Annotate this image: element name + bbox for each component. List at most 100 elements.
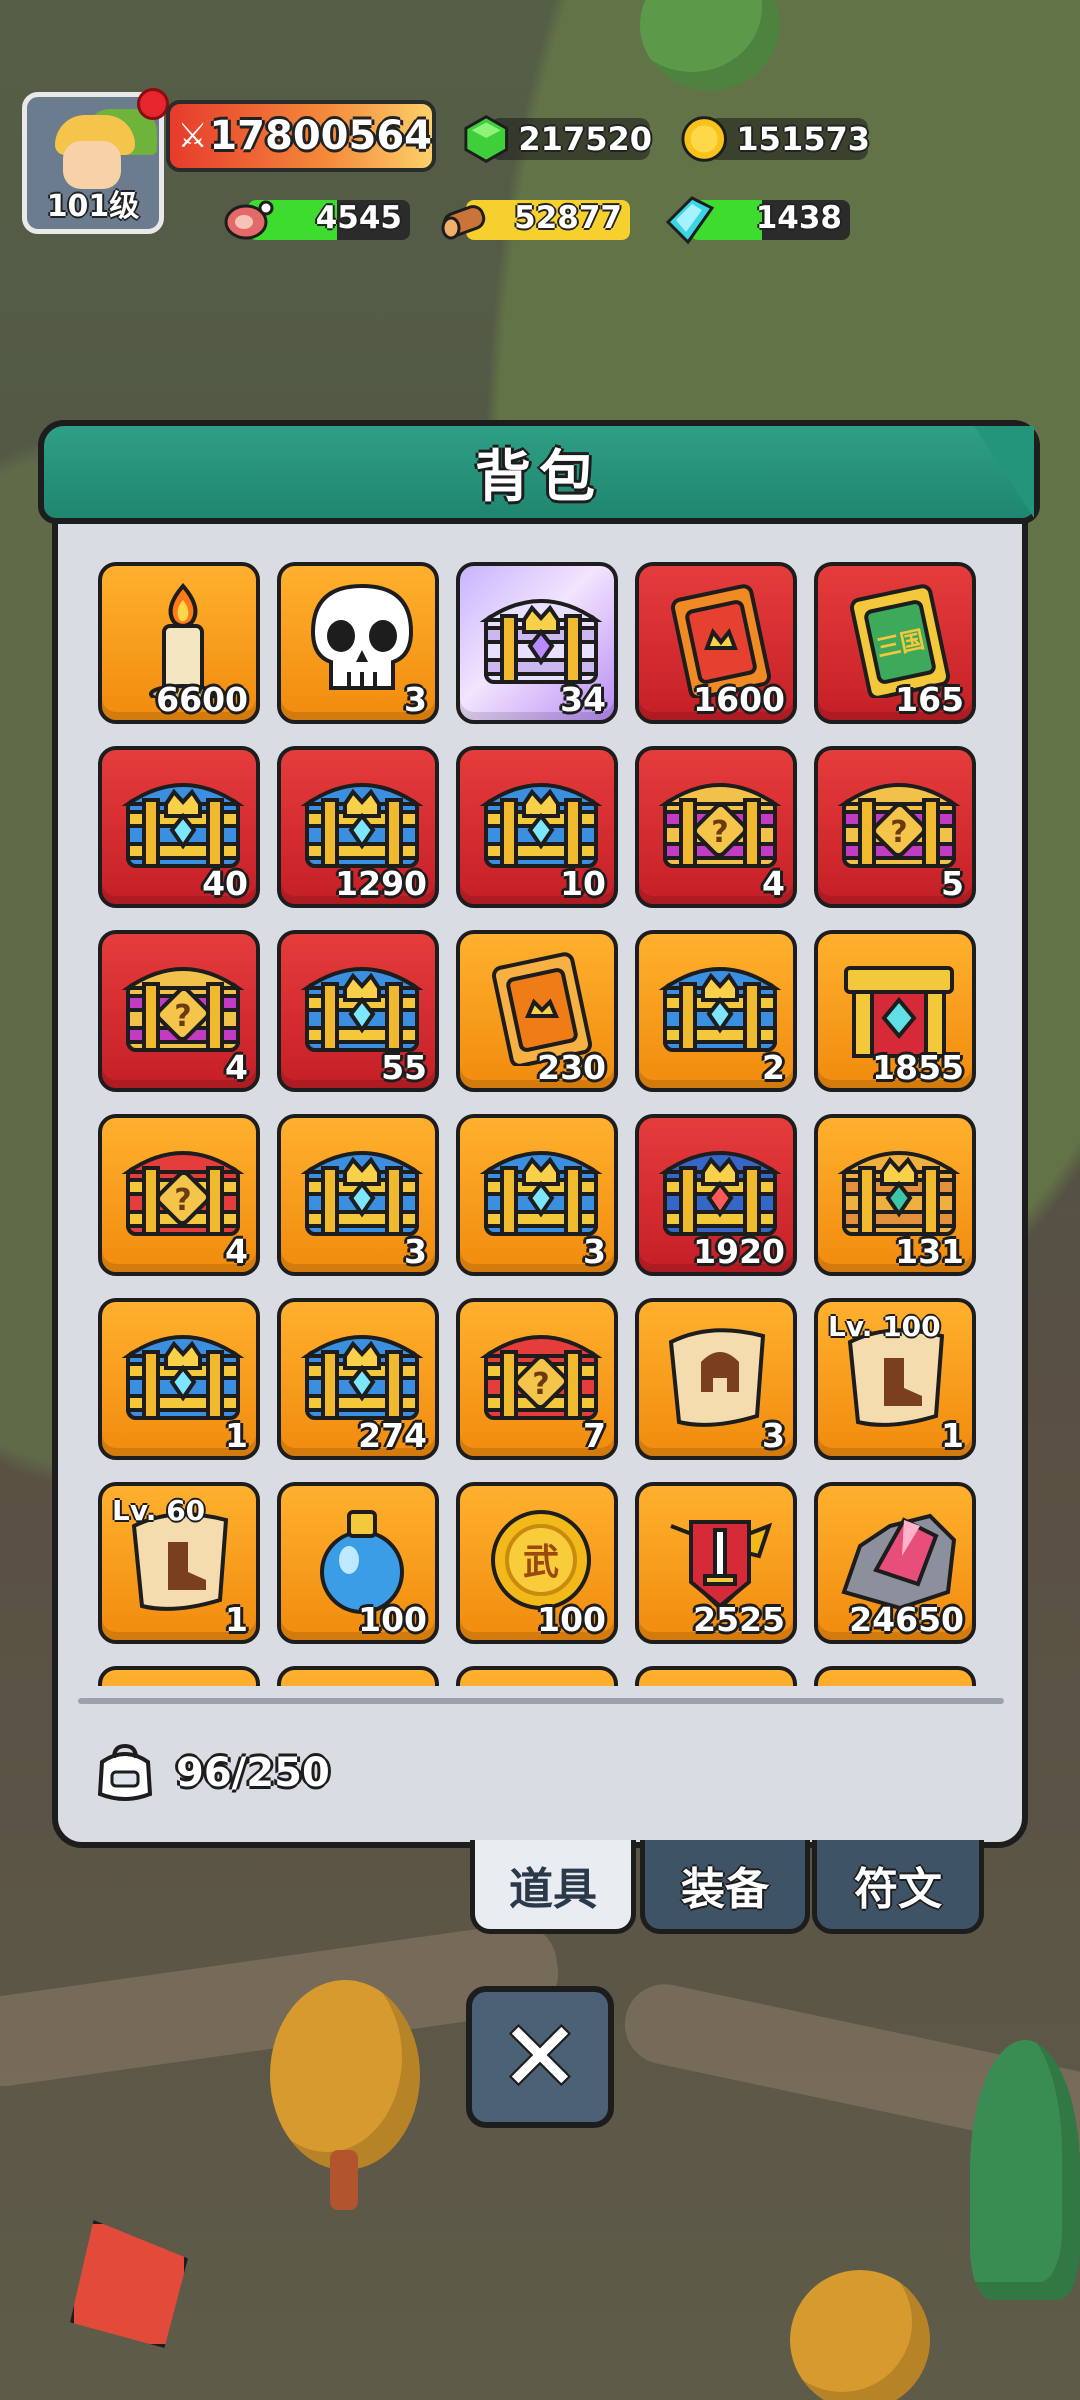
capacity-value: 96/250 <box>176 1750 330 1796</box>
inventory-item[interactable]: 三国 165 <box>814 562 976 724</box>
inventory-item[interactable]: 3 <box>277 562 439 724</box>
meat-resource[interactable]: 4545 <box>220 192 410 244</box>
inventory-item[interactable]: Lv. 60 1 <box>98 1482 260 1644</box>
inventory-item[interactable]: ? 4 <box>98 1114 260 1276</box>
inventory-item[interactable] <box>814 1666 976 1686</box>
item-count: 4 <box>225 1048 248 1087</box>
partial-item-icon <box>114 1680 252 1686</box>
item-count: 1 <box>225 1600 248 1639</box>
item-count: 1290 <box>335 864 427 903</box>
close-icon: ✕ <box>499 2001 581 2113</box>
meat-value: 4545 <box>315 200 402 236</box>
autumn-tree <box>270 1980 420 2220</box>
backpack-icon <box>97 1743 153 1801</box>
item-count: 1920 <box>693 1232 785 1271</box>
inventory-item[interactable]: 274 <box>277 1298 439 1460</box>
inventory-item[interactable]: 3 <box>277 1114 439 1276</box>
inventory-item[interactable]: 1 <box>98 1298 260 1460</box>
inventory-item[interactable]: ? 7 <box>456 1298 618 1460</box>
crystal-resource[interactable]: 1438 <box>662 192 850 245</box>
crystal-value: 1438 <box>755 200 842 236</box>
inventory-item[interactable] <box>456 1666 618 1686</box>
inventory-item[interactable]: Lv. 100 1 <box>814 1298 976 1460</box>
item-count: 165 <box>895 680 964 719</box>
item-count: 1 <box>941 1416 964 1455</box>
svg-text:?: ? <box>711 815 728 850</box>
item-count: 1 <box>225 1416 248 1455</box>
inventory-item[interactable]: 34 <box>456 562 618 724</box>
item-count: 5 <box>941 864 964 903</box>
tab-equipment[interactable]: 装备 <box>640 1840 810 1934</box>
combat-power[interactable]: ⚔ 17800564 <box>166 100 436 172</box>
item-count: 2525 <box>693 1600 785 1639</box>
notification-dot <box>137 88 169 120</box>
inventory-item[interactable]: 3 <box>456 1114 618 1276</box>
close-button[interactable]: ✕ <box>466 1986 614 2128</box>
item-count: 4 <box>225 1232 248 1271</box>
svg-text:?: ? <box>890 815 907 850</box>
inventory-item[interactable]: 24650 <box>814 1482 976 1644</box>
item-count: 40 <box>202 864 248 903</box>
wood-log-icon <box>441 205 486 240</box>
top-status-bar: 101级 ⚔ 17800564 217520 151573 4545 52877… <box>0 0 1080 260</box>
partial-item-icon <box>293 1680 431 1686</box>
item-count: 24650 <box>849 1600 964 1639</box>
inventory-item[interactable] <box>635 1666 797 1686</box>
item-count: 100 <box>358 1600 427 1639</box>
inventory-item[interactable]: 40 <box>98 746 260 908</box>
item-level-label: Lv. 60 <box>112 1494 206 1527</box>
inventory-item[interactable]: 1920 <box>635 1114 797 1276</box>
gold-value: 151573 <box>736 120 870 158</box>
item-count: 1855 <box>872 1048 964 1087</box>
inventory-item[interactable] <box>277 1666 439 1686</box>
item-count: 3 <box>583 1232 606 1271</box>
tab-runes-label: 符文 <box>854 1863 942 1915</box>
item-grid-scroll[interactable]: 6600 3 34 1600 三国165 40 1290 10 ?4 ?5 <box>98 562 988 1686</box>
player-level: 101级 <box>46 189 140 224</box>
inventory-item[interactable]: 230 <box>456 930 618 1092</box>
tab-items-label: 道具 <box>509 1863 597 1915</box>
gem-resource[interactable]: 217520 <box>462 114 652 164</box>
item-grid: 6600 3 34 1600 三国165 40 1290 10 ?4 ?5 <box>98 562 976 1686</box>
inventory-item[interactable]: ? 5 <box>814 746 976 908</box>
tab-items[interactable]: 道具 <box>470 1840 636 1934</box>
inventory-item[interactable]: ? 4 <box>635 746 797 908</box>
inventory-item[interactable]: 10 <box>456 746 618 908</box>
inventory-title-bar: 背包 <box>38 420 1040 524</box>
panel-divider <box>78 1698 1004 1704</box>
svg-text:?: ? <box>174 1183 191 1218</box>
item-count: 10 <box>560 864 606 903</box>
inventory-item[interactable]: 131 <box>814 1114 976 1276</box>
partial-item-icon <box>472 1680 610 1686</box>
gem-value: 217520 <box>518 120 652 158</box>
inventory-item[interactable]: 2 <box>635 930 797 1092</box>
tab-runes[interactable]: 符文 <box>812 1840 984 1934</box>
item-count: 6600 <box>156 680 248 719</box>
item-count: 3 <box>762 1416 785 1455</box>
inventory-item[interactable]: 100 <box>277 1482 439 1644</box>
item-count: 55 <box>381 1048 427 1087</box>
item-count: 100 <box>537 1600 606 1639</box>
item-count: 1600 <box>693 680 785 719</box>
inventory-item[interactable]: 6600 <box>98 562 260 724</box>
item-count: 2 <box>762 1048 785 1087</box>
gold-resource[interactable]: 151573 <box>680 114 870 164</box>
inventory-item[interactable]: 1600 <box>635 562 797 724</box>
inventory-item[interactable] <box>98 1666 260 1686</box>
svg-text:武: 武 <box>523 1542 559 1583</box>
item-count: 274 <box>358 1416 427 1455</box>
wood-resource[interactable]: 52877 <box>438 192 630 244</box>
item-count: 3 <box>404 680 427 719</box>
inventory-item[interactable]: 2525 <box>635 1482 797 1644</box>
inventory-item[interactable]: 55 <box>277 930 439 1092</box>
crossed-swords-icon: ⚔ <box>177 116 208 156</box>
inventory-item[interactable]: ? 4 <box>98 930 260 1092</box>
svg-text:?: ? <box>174 999 191 1034</box>
inventory-item[interactable]: 1855 <box>814 930 976 1092</box>
inventory-item[interactable]: 1290 <box>277 746 439 908</box>
item-count: 7 <box>583 1416 606 1455</box>
inventory-item[interactable]: 武 100 <box>456 1482 618 1644</box>
tab-equipment-label: 装备 <box>681 1863 769 1915</box>
inventory-item[interactable]: 3 <box>635 1298 797 1460</box>
crystal-icon <box>665 196 715 245</box>
